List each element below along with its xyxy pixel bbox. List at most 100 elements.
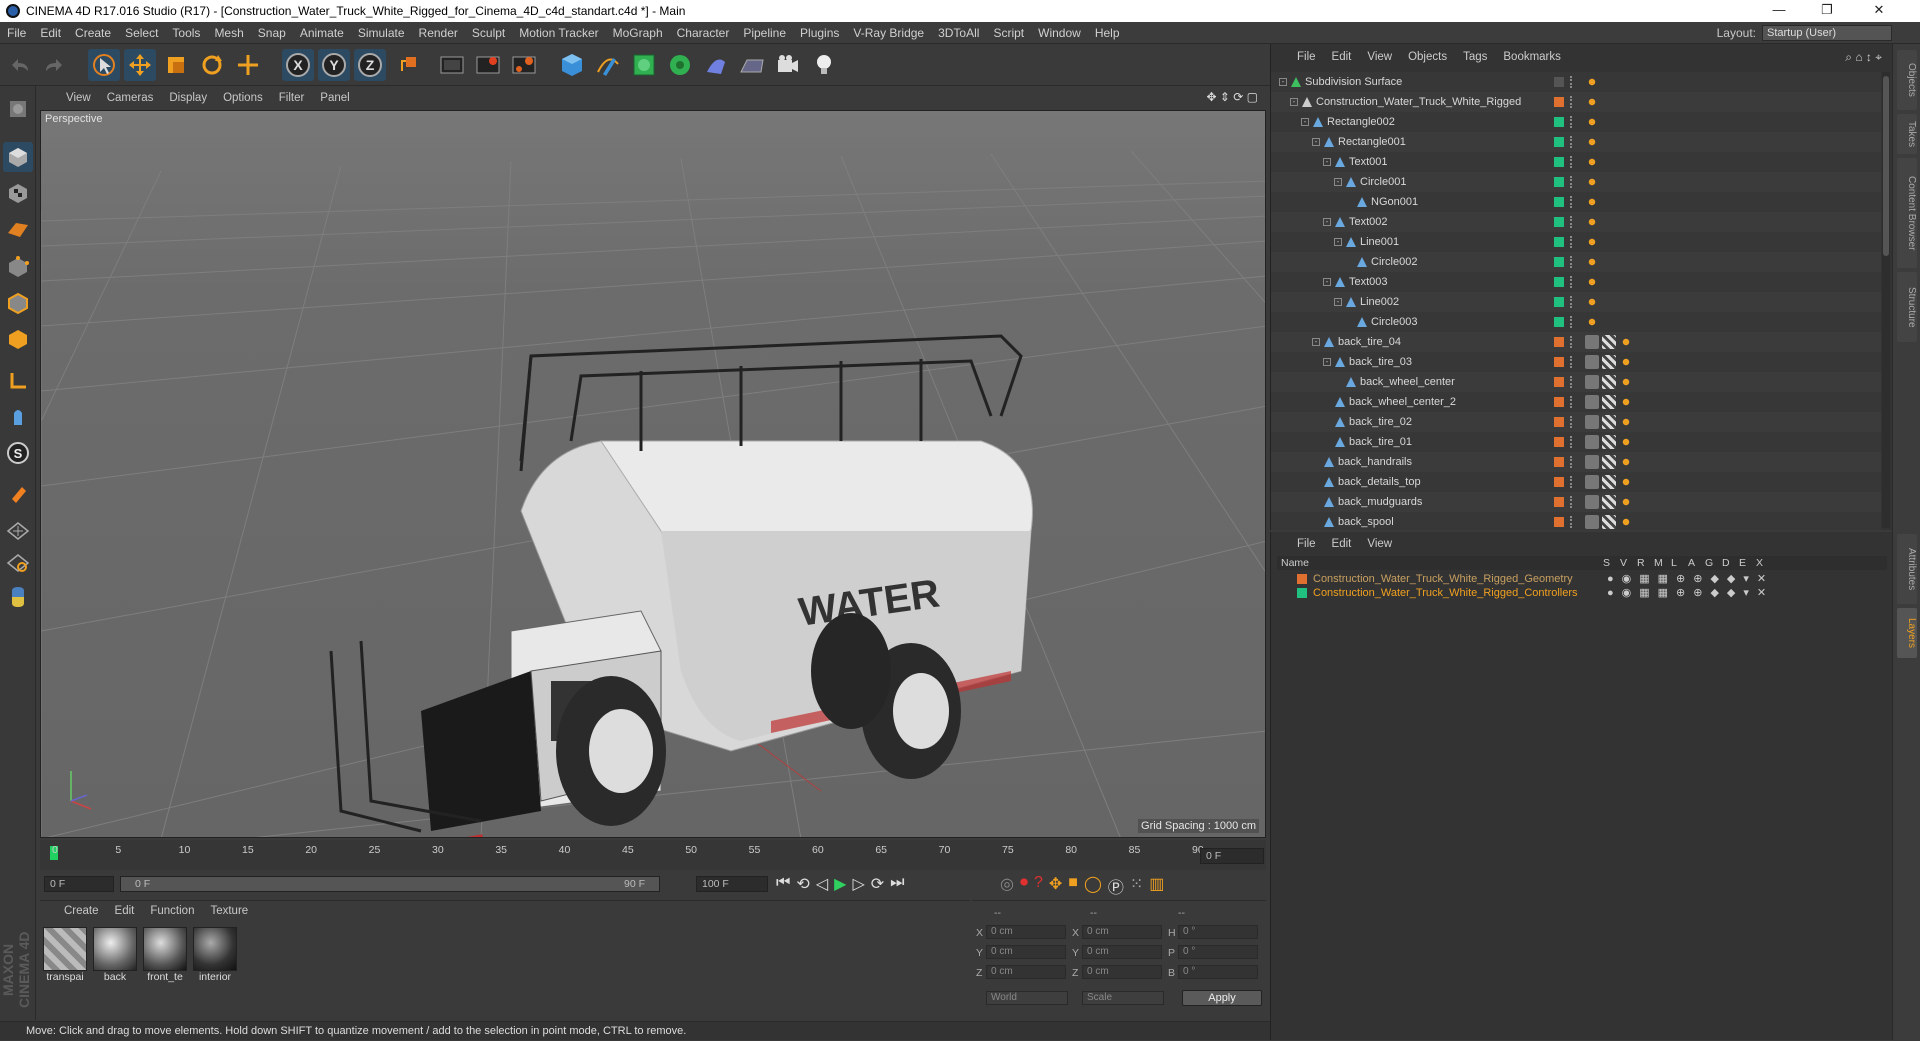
visibility-dots-icon[interactable] [1570, 496, 1574, 508]
layer-header-column[interactable]: R [1637, 556, 1645, 570]
visibility-dots-icon[interactable] [1570, 256, 1574, 268]
menu-mograph[interactable]: MoGraph [606, 22, 670, 44]
constraint-tag-icon[interactable] [1585, 135, 1599, 149]
object-menu-objects[interactable]: Objects [1400, 51, 1455, 63]
layer-color-icon[interactable] [1554, 97, 1564, 107]
material-tag-icon[interactable] [1602, 415, 1616, 429]
next-key-icon[interactable]: ⟳ [871, 874, 884, 894]
material-tag-icon[interactable] [1585, 375, 1599, 389]
texture-mode-icon[interactable] [3, 178, 33, 208]
object-row[interactable]: - Line002 [1271, 292, 1881, 312]
make-editable-icon[interactable] [3, 94, 33, 124]
rotate-icon[interactable] [196, 49, 228, 81]
object-row[interactable]: back_details_top [1271, 472, 1881, 492]
object-manager-search-icon[interactable]: ⌕ ⌂ ↕ ⌖ [1845, 50, 1882, 65]
layer-header-column[interactable]: M [1654, 556, 1663, 570]
constraint-tag-icon[interactable] [1619, 435, 1633, 449]
viewport-menu-cameras[interactable]: Cameras [99, 92, 162, 104]
layer-color-icon[interactable] [1554, 397, 1564, 407]
layer-row-geometry[interactable]: Construction_Water_Truck_White_Rigged_Ge… [1277, 572, 1887, 586]
object-row[interactable]: - Construction_Water_Truck_White_Rigged [1271, 92, 1881, 112]
object-row[interactable]: - Text003 [1271, 272, 1881, 292]
tree-expand-toggle[interactable]: - [1334, 298, 1342, 306]
menu-animate[interactable]: Animate [293, 22, 351, 44]
size-y-field[interactable]: 0 cm [1082, 945, 1162, 959]
object-row[interactable]: back_tire_02 [1271, 412, 1881, 432]
layer-color-icon[interactable] [1554, 197, 1564, 207]
visibility-dots-icon[interactable] [1570, 76, 1574, 88]
move-icon[interactable] [124, 49, 156, 81]
deformer-icon[interactable] [700, 49, 732, 81]
menu-pipeline[interactable]: Pipeline [736, 22, 793, 44]
layer-header-column[interactable]: S [1603, 556, 1610, 570]
material-tag-icon[interactable] [1585, 355, 1599, 369]
tree-expand-toggle[interactable]: - [1323, 218, 1331, 226]
size-z-field[interactable]: 0 cm [1082, 965, 1162, 979]
visibility-dots-icon[interactable] [1570, 356, 1574, 368]
menu-tools[interactable]: Tools [165, 22, 207, 44]
planar-workplane-icon[interactable] [3, 548, 33, 578]
go-to-start-icon[interactable]: ⏮ [776, 874, 790, 894]
visibility-dots-icon[interactable] [1570, 236, 1574, 248]
tree-expand-toggle[interactable]: - [1312, 338, 1320, 346]
move-all-icon[interactable] [232, 49, 264, 81]
python-icon[interactable] [3, 582, 33, 612]
constraint-tag-icon[interactable] [1585, 315, 1599, 329]
layer-color-icon[interactable] [1554, 297, 1564, 307]
visibility-dots-icon[interactable] [1570, 116, 1574, 128]
object-tree-scrollbar[interactable] [1882, 72, 1890, 528]
render-picture-viewer-icon[interactable] [472, 49, 504, 81]
tree-expand-toggle[interactable]: - [1279, 78, 1287, 86]
visibility-dots-icon[interactable] [1570, 476, 1574, 488]
object-row[interactable]: - Rectangle001 [1271, 132, 1881, 152]
object-row[interactable]: NGon001 [1271, 192, 1881, 212]
size-x-field[interactable]: 0 cm [1082, 925, 1162, 939]
menu-plugins[interactable]: Plugins [793, 22, 846, 44]
layer-color-icon[interactable] [1554, 177, 1564, 187]
visibility-dots-icon[interactable] [1570, 436, 1574, 448]
points-mode-icon[interactable] [3, 252, 33, 282]
layer-color-icon[interactable] [1554, 257, 1564, 267]
edges-mode-icon[interactable] [3, 288, 33, 318]
layer-color-icon[interactable] [1554, 517, 1564, 527]
layer-row-controllers[interactable]: Construction_Water_Truck_White_Rigged_Co… [1277, 586, 1887, 600]
viewport-menu-panel[interactable]: Panel [312, 92, 357, 104]
menu-mesh[interactable]: Mesh [207, 22, 250, 44]
object-menu-file[interactable]: File [1289, 51, 1324, 63]
record-icon[interactable]: ⏺ [1020, 874, 1028, 898]
visibility-dots-icon[interactable] [1570, 136, 1574, 148]
layer-toggle-icons[interactable]: ●◉▦▦⊕⊕◆◆▾✕ [1607, 586, 1774, 600]
material-tag-icon[interactable] [1602, 475, 1616, 489]
timeline-window-icon[interactable]: ▥ [1149, 874, 1164, 898]
viewport-menu-options[interactable]: Options [215, 92, 271, 104]
material-menu-edit[interactable]: Edit [107, 905, 143, 917]
object-row[interactable]: - Circle001 [1271, 172, 1881, 192]
object-row[interactable]: - Line001 [1271, 232, 1881, 252]
layer-menu-file[interactable]: File [1289, 538, 1324, 550]
key-scale-icon[interactable]: ■ [1068, 874, 1078, 898]
material-tag-icon[interactable] [1602, 355, 1616, 369]
visibility-dots-icon[interactable] [1570, 316, 1574, 328]
render-view-icon[interactable] [436, 49, 468, 81]
menu-create[interactable]: Create [68, 22, 118, 44]
minimize-button[interactable]: — [1756, 0, 1802, 22]
layer-header-column[interactable]: A [1688, 556, 1695, 570]
object-row[interactable]: back_wheel_center_2 [1271, 392, 1881, 412]
layer-color-icon[interactable] [1554, 337, 1564, 347]
constraint-tag-icon[interactable] [1585, 235, 1599, 249]
tab-takes[interactable]: Takes [1897, 114, 1917, 154]
snap-icon[interactable]: S [3, 438, 33, 468]
object-menu-bookmarks[interactable]: Bookmarks [1495, 51, 1569, 63]
layer-toggle-icons[interactable]: ●◉▦▦⊕⊕◆◆▾✕ [1607, 572, 1774, 586]
object-menu-view[interactable]: View [1359, 51, 1400, 63]
close-button[interactable]: ✕ [1856, 0, 1902, 22]
object-row[interactable]: Circle003 [1271, 312, 1881, 332]
layer-header-column[interactable]: L [1671, 556, 1677, 570]
rotation-b-field[interactable]: 0 ° [1178, 965, 1258, 979]
constraint-tag-icon[interactable] [1585, 255, 1599, 269]
visibility-dots-icon[interactable] [1570, 276, 1574, 288]
material-tag-icon[interactable] [1602, 375, 1616, 389]
object-row[interactable]: Circle002 [1271, 252, 1881, 272]
scale-icon[interactable] [160, 49, 192, 81]
menu-edit[interactable]: Edit [33, 22, 68, 44]
